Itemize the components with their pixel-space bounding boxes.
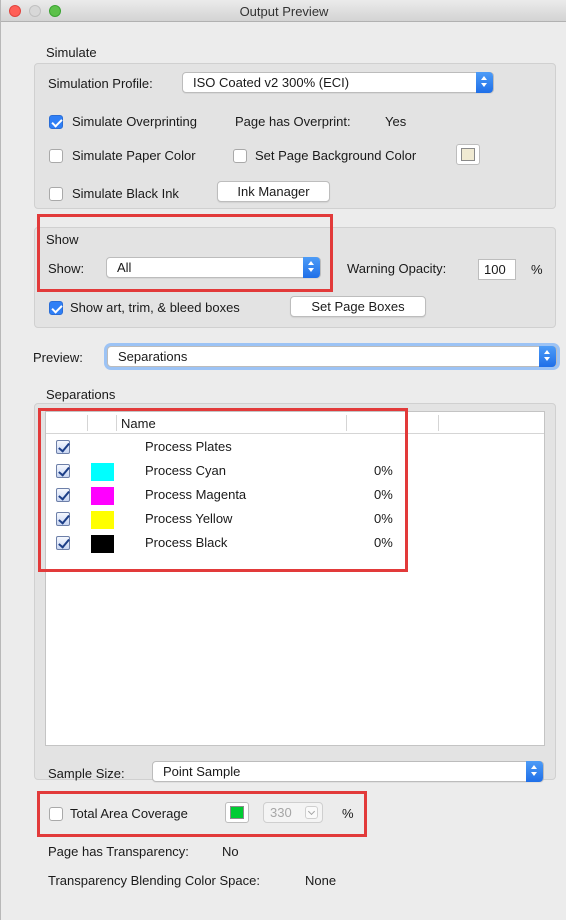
separation-name: Process Plates [145,439,232,454]
separation-coverage: 0% [374,487,393,502]
set-page-boxes-button[interactable]: Set Page Boxes [290,296,426,317]
blending-space-value: None [305,873,337,888]
separation-color-swatch [91,487,114,505]
warning-opacity-percent: % [531,262,543,277]
titlebar: Output Preview [1,0,566,22]
simulate-paper-color-label: Simulate Paper Color [72,148,196,163]
select-stepper-icon [303,257,320,278]
table-row[interactable]: Process Plates [46,436,544,460]
table-row[interactable]: Process Cyan 0% [46,460,544,484]
set-page-background-checkbox[interactable] [233,149,247,163]
select-stepper-icon [476,72,493,93]
separations-table: Name Process Plates Process Cyan 0% Process… [45,411,545,746]
total-area-coverage-label: Total Area Coverage [70,806,188,821]
show-heading: Show [46,232,79,247]
separation-coverage: 0% [374,535,393,550]
row-visibility-checkbox[interactable] [56,464,70,478]
show-value: All [117,260,132,275]
separation-name: Process Cyan [145,463,226,478]
table-row[interactable]: Process Black 0% [46,532,544,556]
simulate-overprinting-label: Simulate Overprinting [72,114,197,129]
separation-color-swatch [91,463,114,481]
page-background-color-swatch [461,148,475,161]
separations-heading: Separations [46,387,116,402]
column-header-name[interactable]: Name [121,416,156,431]
window-title: Output Preview [239,4,329,19]
show-select[interactable]: All [106,257,321,278]
preview-select[interactable]: Separations [107,346,557,367]
simulate-paper-color-checkbox[interactable] [49,149,63,163]
page-overprint-label: Page has Overprint: [235,114,351,129]
ink-manager-button[interactable]: Ink Manager [217,181,330,202]
total-area-coverage-color-swatch [230,806,244,819]
simulate-heading: Simulate [46,45,97,60]
table-row[interactable]: Process Yellow 0% [46,508,544,532]
chevron-down-icon [305,806,318,819]
row-visibility-checkbox[interactable] [56,488,70,502]
simulate-black-ink-label: Simulate Black Ink [72,186,179,201]
select-stepper-icon [526,761,543,782]
row-visibility-checkbox[interactable] [56,440,70,454]
table-header: Name [46,412,544,434]
preview-label: Preview: [33,350,83,365]
output-preview-window: Output Preview Simulate Simulation Profi… [0,0,566,920]
separation-coverage: 0% [374,463,393,478]
total-area-coverage-percent: % [342,806,354,821]
select-stepper-icon [539,346,556,367]
simulation-profile-value: ISO Coated v2 300% (ECI) [193,75,350,90]
simulation-profile-label: Simulation Profile: [48,76,153,91]
preview-value: Separations [118,349,188,364]
separation-name: Process Black [145,535,228,550]
warning-opacity-input[interactable]: 100 [478,259,516,280]
show-boxes-label: Show art, trim, & bleed boxes [70,300,240,315]
simulate-black-ink-checkbox[interactable] [49,187,63,201]
warning-opacity-label: Warning Opacity: [347,261,447,276]
blending-space-label: Transparency Blending Color Space: [48,873,260,888]
total-area-coverage-color-button[interactable] [225,802,249,823]
page-background-color-button[interactable] [456,144,480,165]
total-area-coverage-select: 330 [263,802,323,823]
page-transparency-label: Page has Transparency: [48,844,189,859]
simulate-overprinting-checkbox[interactable] [49,115,63,129]
separation-name: Process Yellow [145,511,233,526]
separation-coverage: 0% [374,511,393,526]
show-label: Show: [48,261,85,276]
page-transparency-value: No [222,844,239,859]
separation-color-swatch [91,511,114,529]
sample-size-label: Sample Size: [48,766,125,781]
table-row[interactable]: Process Magenta 0% [46,484,544,508]
row-visibility-checkbox[interactable] [56,512,70,526]
total-area-coverage-value: 330 [270,805,292,820]
separation-color-swatch [91,535,114,553]
sample-size-value: Point Sample [163,764,241,779]
sample-size-select[interactable]: Point Sample [152,761,544,782]
separation-name: Process Magenta [145,487,247,502]
simulation-profile-select[interactable]: ISO Coated v2 300% (ECI) [182,72,494,93]
set-page-background-label: Set Page Background Color [255,148,417,163]
page-overprint-value: Yes [385,114,407,129]
row-visibility-checkbox[interactable] [56,536,70,550]
total-area-coverage-checkbox[interactable] [49,807,63,821]
show-boxes-checkbox[interactable] [49,301,63,315]
